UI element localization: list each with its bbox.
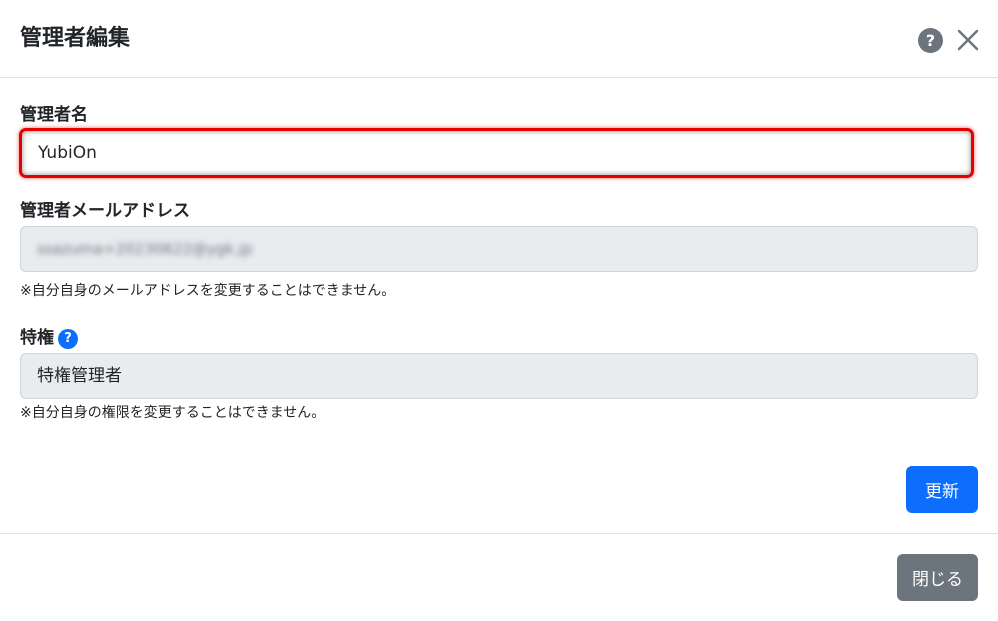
update-button[interactable]: 更新 <box>906 466 978 513</box>
modal-title: 管理者編集 <box>20 26 131 51</box>
question-circle-icon[interactable]: ? <box>58 329 78 349</box>
privilege-field: 特権管理者 <box>20 353 978 399</box>
close-icon[interactable] <box>954 26 982 54</box>
privilege-note: ※自分自身の権限を変更することはできません。 <box>20 405 326 421</box>
privilege-value: 特権管理者 <box>37 366 122 386</box>
footer-divider <box>0 533 998 534</box>
privilege-label-row: 特権? <box>20 326 78 350</box>
admin-email-label: 管理者メールアドレス <box>20 201 190 221</box>
close-button[interactable]: 閉じる <box>897 554 978 601</box>
email-note: ※自分自身のメールアドレスを変更することはできません。 <box>20 283 396 299</box>
privilege-label: 特権 <box>20 328 54 348</box>
modal-header: 管理者編集 ? <box>0 0 998 78</box>
help-icon[interactable]: ? <box>918 28 943 53</box>
admin-name-label: 管理者名 <box>20 105 88 125</box>
admin-name-input[interactable] <box>19 128 974 178</box>
admin-email-field: ssazuma+20230622@ygk.jp <box>20 226 978 272</box>
admin-email-value: ssazuma+20230622@ygk.jp <box>37 240 253 258</box>
